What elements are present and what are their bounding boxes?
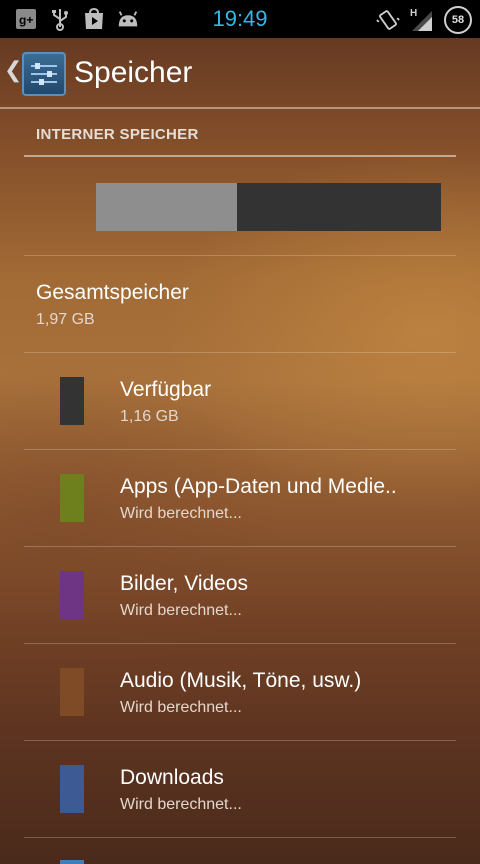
color-swatch: [60, 474, 84, 522]
item-label: Apps (App-Daten und Medie..: [120, 475, 397, 498]
page-title: Speicher: [74, 56, 193, 89]
item-label: Audio (Musik, Töne, usw.): [120, 669, 362, 692]
up-chevron-icon[interactable]: ❮: [4, 58, 22, 83]
item-value: Wird berechnet...: [120, 505, 242, 522]
storage-settings-icon[interactable]: [22, 52, 66, 96]
usage-used-segment: [96, 183, 238, 231]
usage-free-segment: [237, 183, 441, 231]
total-storage-value: 1,97 GB: [36, 311, 95, 328]
item-value: 1,16 GB: [120, 408, 179, 425]
item-label: Downloads: [120, 766, 224, 789]
section-header: INTERNER SPEICHER: [36, 126, 199, 143]
color-swatch: [60, 571, 84, 619]
total-storage-label: Gesamtspeicher: [36, 281, 189, 304]
svg-text:H: H: [410, 8, 417, 19]
storage-item-downloads[interactable]: Downloads Wird berechnet...: [0, 741, 480, 837]
item-label: Verfügbar: [120, 378, 212, 401]
actionbar-divider: [0, 107, 480, 109]
color-swatch: [60, 860, 84, 864]
item-value: Wird berechnet...: [120, 602, 242, 619]
status-bar: g+ 19:49 H 58: [0, 0, 480, 38]
section-divider: [24, 155, 456, 157]
storage-item-audio[interactable]: Audio (Musik, Töne, usw.) Wird berechnet…: [0, 644, 480, 740]
battery-icon: 58: [444, 6, 472, 34]
color-swatch: [60, 377, 84, 425]
storage-usage-bar: [96, 183, 441, 231]
divider: [24, 837, 456, 838]
color-swatch: [60, 668, 84, 716]
storage-item-pictures-videos[interactable]: Bilder, Videos Wird berechnet...: [0, 547, 480, 643]
divider: [24, 255, 456, 256]
item-value: Wird berechnet...: [120, 796, 242, 813]
vibrate-icon: [376, 8, 400, 32]
color-swatch: [60, 765, 84, 813]
action-bar: ❮ Speicher: [0, 38, 480, 108]
storage-item-available[interactable]: Verfügbar 1,16 GB: [0, 353, 480, 449]
item-label: Bilder, Videos: [120, 572, 249, 595]
storage-item-apps[interactable]: Apps (App-Daten und Medie.. Wird berechn…: [0, 450, 480, 546]
item-value: Wird berechnet...: [120, 699, 242, 716]
signal-icon: H: [410, 8, 434, 32]
